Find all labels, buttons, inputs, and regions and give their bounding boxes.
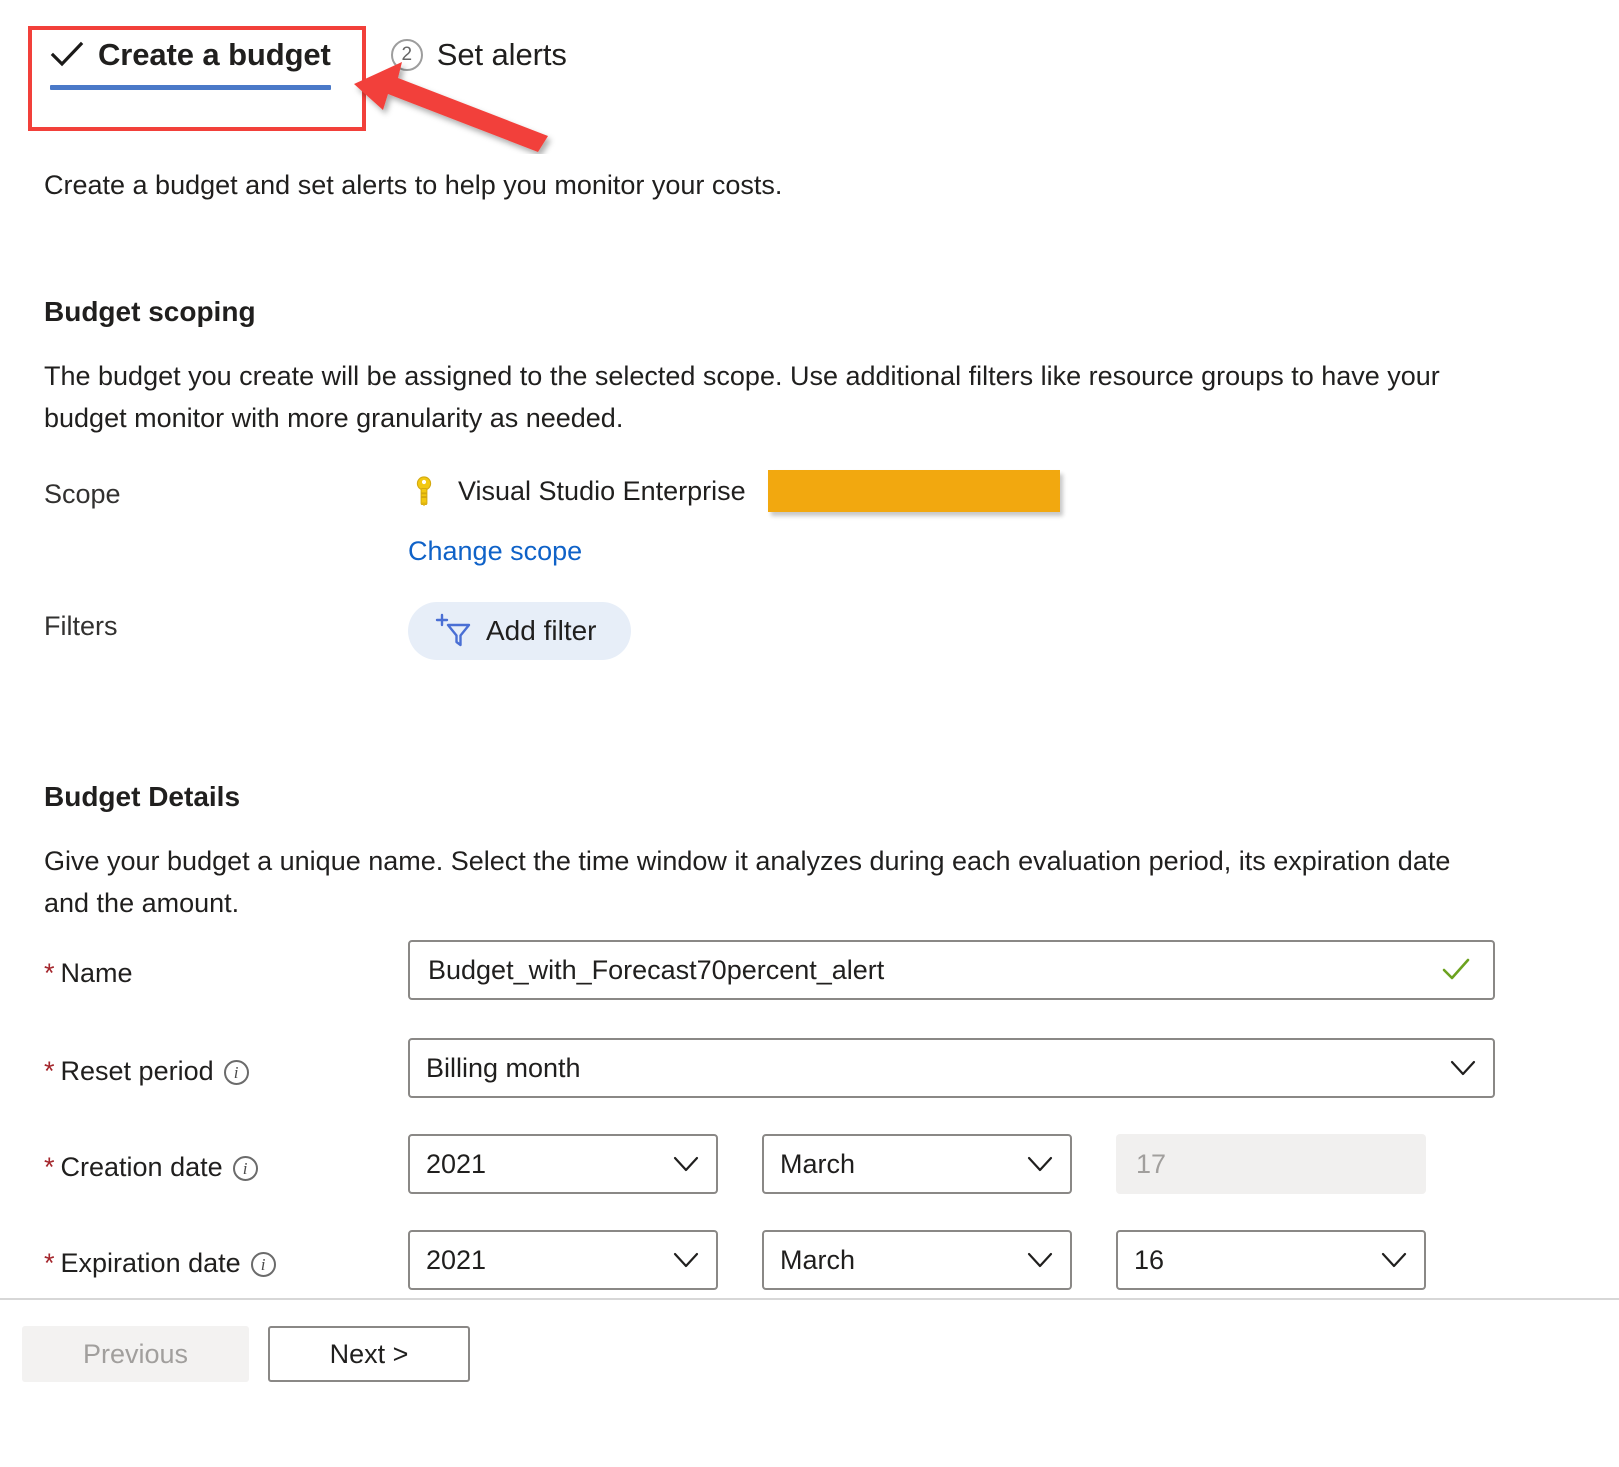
chevron-down-icon [673, 1252, 699, 1268]
info-icon[interactable]: i [232, 1156, 258, 1181]
name-label: Name [60, 958, 133, 988]
wizard-footer: Previous Next > [0, 1300, 1619, 1467]
required-asterisk: * [44, 958, 55, 988]
required-asterisk: * [44, 1152, 55, 1182]
creation-date-day-input: 17 [1116, 1134, 1426, 1194]
expiration-date-month-select[interactable]: March [762, 1230, 1072, 1290]
creation-date-year-select[interactable]: 2021 [408, 1134, 718, 1194]
budget-details-description: Give your budget a unique name. Select t… [44, 846, 1451, 918]
tab-create-a-budget-label: Create a budget [98, 37, 331, 72]
wizard-page-body: Create a budget and set alerts to help y… [0, 140, 1619, 1298]
reset-period-label-wrap: * Reset period i [44, 1047, 408, 1089]
expiration-date-label: Expiration date [60, 1248, 241, 1278]
chevron-down-icon [1450, 1060, 1476, 1076]
add-filter-icon [435, 613, 471, 647]
scope-redaction-block [767, 470, 1060, 512]
add-filter-button-label: Add filter [486, 615, 597, 646]
name-input-value: Budget_with_Forecast70percent_alert [428, 954, 885, 985]
expiration-date-label-wrap: * Expiration date i [44, 1239, 408, 1281]
creation-date-day-value: 17 [1136, 1148, 1167, 1179]
expiration-date-row: * Expiration date i 2021 March 16 [44, 1230, 1426, 1290]
required-asterisk: * [44, 1056, 55, 1086]
scope-value-line: Visual Studio Enterprise [408, 470, 1060, 512]
intro-text: Create a budget and set alerts to help y… [44, 170, 783, 200]
chevron-down-icon [1027, 1252, 1053, 1268]
reset-period-select[interactable]: Billing month [408, 1038, 1495, 1098]
scope-value-group: Visual Studio Enterprise Change scope [408, 470, 1060, 568]
scope-value-text: Visual Studio Enterprise [458, 476, 746, 506]
scope-row: Scope Visual Studio Enterprise Change sc… [44, 470, 1060, 568]
name-label-wrap: * Name [44, 949, 408, 991]
check-icon [50, 41, 84, 67]
chevron-down-icon [1027, 1156, 1053, 1172]
step-number-badge: 2 [390, 39, 423, 71]
reset-period-value: Billing month [426, 1052, 581, 1083]
creation-date-row: * Creation date i 2021 March 17 [44, 1134, 1426, 1194]
creation-date-month-value: March [780, 1148, 856, 1179]
reset-period-row: * Reset period i Billing month [44, 1038, 1495, 1098]
wizard-tab-strip: Create a budget 2 Set alerts [0, 0, 1619, 152]
name-input[interactable]: Budget_with_Forecast70percent_alert [408, 940, 1495, 1000]
add-filter-button[interactable]: Add filter [408, 602, 631, 660]
previous-button[interactable]: Previous [22, 1326, 249, 1382]
filters-label: Filters [44, 611, 118, 641]
valid-check-icon [1442, 958, 1470, 980]
key-icon [416, 476, 432, 507]
tab-set-alerts-label: Set alerts [436, 37, 567, 72]
expiration-date-year-select[interactable]: 2021 [408, 1230, 718, 1290]
expiration-date-day-value: 16 [1134, 1244, 1165, 1275]
next-button[interactable]: Next > [268, 1326, 470, 1382]
name-row: * Name Budget_with_Forecast70percent_aler… [44, 940, 1495, 1000]
info-icon[interactable]: i [250, 1252, 276, 1277]
required-asterisk: * [44, 1248, 55, 1278]
tab-create-a-budget[interactable]: Create a budget [44, 36, 337, 96]
creation-date-year-value: 2021 [426, 1148, 487, 1179]
scope-label: Scope [44, 479, 121, 509]
chevron-down-icon [1381, 1252, 1407, 1268]
expiration-date-month-value: March [780, 1244, 856, 1275]
creation-date-month-select[interactable]: March [762, 1134, 1072, 1194]
budget-details-heading: Budget Details [44, 781, 241, 812]
budget-details-section: Budget Details Give your budget a unique… [44, 780, 1492, 924]
budget-scoping-section: Budget scoping The budget you create wil… [44, 295, 1492, 439]
expiration-date-year-value: 2021 [426, 1244, 487, 1275]
creation-date-label-wrap: * Creation date i [44, 1143, 408, 1185]
tab-active-underline [50, 85, 331, 90]
filters-row: Filters Add filter [44, 602, 631, 660]
budget-scoping-heading: Budget scoping [44, 296, 256, 327]
change-scope-link[interactable]: Change scope [408, 534, 582, 568]
creation-date-label: Creation date [60, 1152, 223, 1182]
expiration-date-day-select[interactable]: 16 [1116, 1230, 1426, 1290]
tab-set-alerts[interactable]: 2 Set alerts [385, 36, 573, 96]
chevron-down-icon [673, 1156, 699, 1172]
wizard-tab-list: Create a budget 2 Set alerts [44, 36, 573, 96]
info-icon[interactable]: i [223, 1060, 249, 1085]
budget-scoping-description: The budget you create will be assigned t… [44, 361, 1440, 433]
reset-period-label: Reset period [60, 1056, 214, 1086]
